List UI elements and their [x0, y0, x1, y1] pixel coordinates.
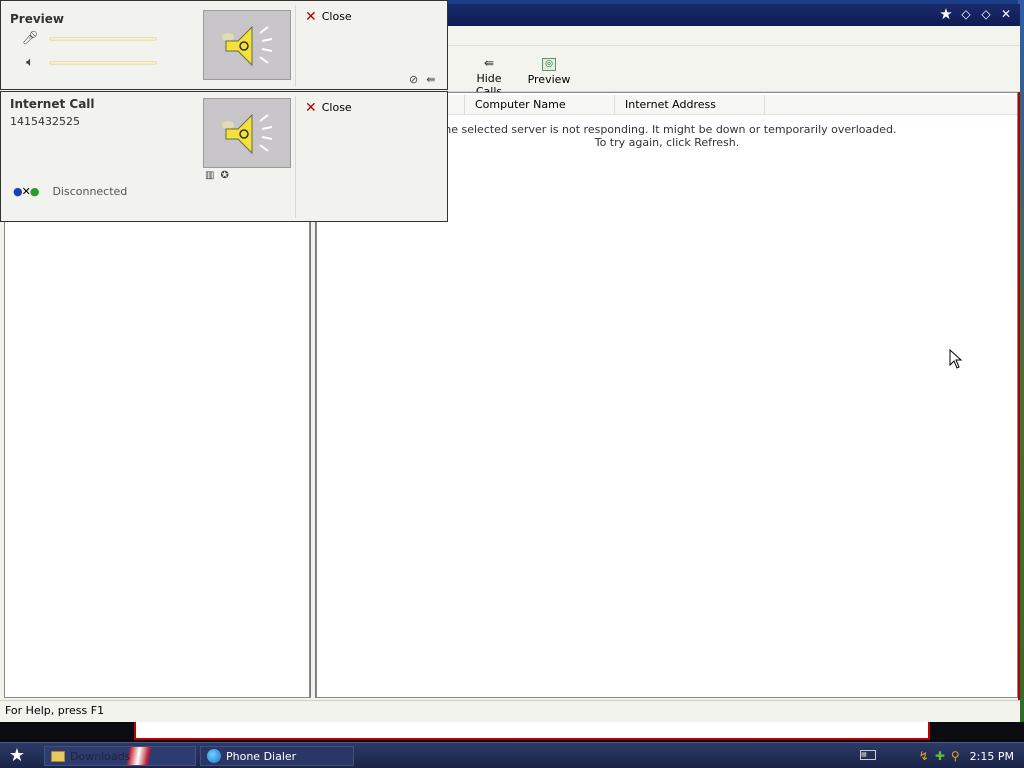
pin-icon[interactable]: ⊘ [409, 73, 418, 86]
folder-icon [51, 750, 65, 762]
preview-icon: ◎ [542, 58, 556, 71]
close-x-icon: ✕ [305, 8, 317, 25]
back-arrow-icon[interactable]: ⇚ [426, 73, 435, 86]
call-title: Internet Call [10, 97, 95, 111]
system-tray: ↯ ✚ ⚲ 2:15 PM [909, 743, 1024, 768]
call-close-button[interactable]: ✕ Close [305, 99, 352, 116]
taskbar-clock[interactable]: 2:15 PM [970, 750, 1014, 763]
speaker-loud-icon [203, 98, 291, 168]
preview-button[interactable]: ◎ Preview [526, 56, 572, 86]
preview-close-button[interactable]: ✕ Close [305, 8, 352, 25]
taskbar-phone-dialer-label: Phone Dialer [226, 749, 297, 763]
call-number: 1415432525 [10, 115, 80, 128]
preview-label: Preview [527, 73, 571, 86]
dialpad-icon[interactable]: ▥ [205, 170, 214, 181]
taskbar-downloads-label: Downloads [70, 749, 131, 763]
speaker-volume-slider[interactable] [49, 61, 157, 65]
call-status-text: Disconnected [52, 185, 128, 198]
minimize-icon[interactable]: ◇ [958, 6, 974, 22]
mouse-cursor-icon [949, 349, 963, 369]
call-status-row: ●✕● Disconnected [13, 185, 127, 198]
restore-icon[interactable]: ◇ [978, 6, 994, 22]
add-participant-icon[interactable]: ✪ [220, 170, 228, 181]
preview-bottom-icons: ⊘ ⇚ [409, 73, 435, 86]
network-icon[interactable]: ↯ [919, 749, 929, 763]
speaker-volume-row: 🔈︎ [21, 54, 157, 72]
taskbar-downloads-button[interactable]: Downloads [44, 746, 196, 766]
background-window-strip [0, 722, 1024, 742]
status-bar: For Help, press F1 [0, 700, 1020, 722]
speaker-volume-icon: 🔈︎ [26, 55, 34, 70]
phone-dialer-icon [207, 749, 221, 763]
taskbar-phone-dialer-button[interactable]: Phone Dialer [200, 746, 354, 766]
close-icon[interactable]: ✕ [998, 6, 1014, 22]
preview-popup: Preview 🎤︎ 🔈︎ ✕ Close ⊘ ⇚ [0, 0, 448, 90]
close-x-icon: ✕ [305, 99, 317, 116]
call-mini-icons: ▥ ✪ [205, 170, 229, 181]
disconnected-icon: ●✕● [13, 185, 39, 198]
column-header-computer-name[interactable]: Computer Name [465, 95, 615, 115]
hide-calls-icon: ⇚ [483, 56, 495, 70]
preview-title: Preview [10, 12, 65, 26]
microphone-volume-slider[interactable] [49, 37, 157, 41]
internet-call-popup: Internet Call 1415432525 ▥ ✪ ✕ Close ●✕●… [0, 91, 448, 222]
taskbar: ★ Downloads Phone Dialer ▦ ↯ ✚ ⚲ 2:15 PM [0, 742, 1024, 768]
call-close-label: Close [321, 101, 352, 114]
column-header-internet-address[interactable]: Internet Address [615, 95, 765, 115]
window-controls: ★ ◇ ◇ ✕ [938, 6, 1014, 22]
start-button[interactable]: ★ [6, 745, 28, 767]
speaker-loud-icon [203, 10, 291, 80]
keyboard-icon[interactable]: ▦ [860, 750, 876, 760]
preview-divider [295, 5, 296, 87]
microphone-icon: 🎤︎ [21, 31, 39, 46]
preview-close-label: Close [321, 10, 352, 23]
background-window-frame [134, 722, 930, 740]
star-icon[interactable]: ★ [938, 6, 954, 22]
microphone-volume-row: 🎤︎ [21, 30, 157, 48]
call-divider [295, 96, 296, 218]
search-icon[interactable]: ⚲ [951, 749, 960, 763]
security-icon[interactable]: ✚ [935, 749, 945, 763]
